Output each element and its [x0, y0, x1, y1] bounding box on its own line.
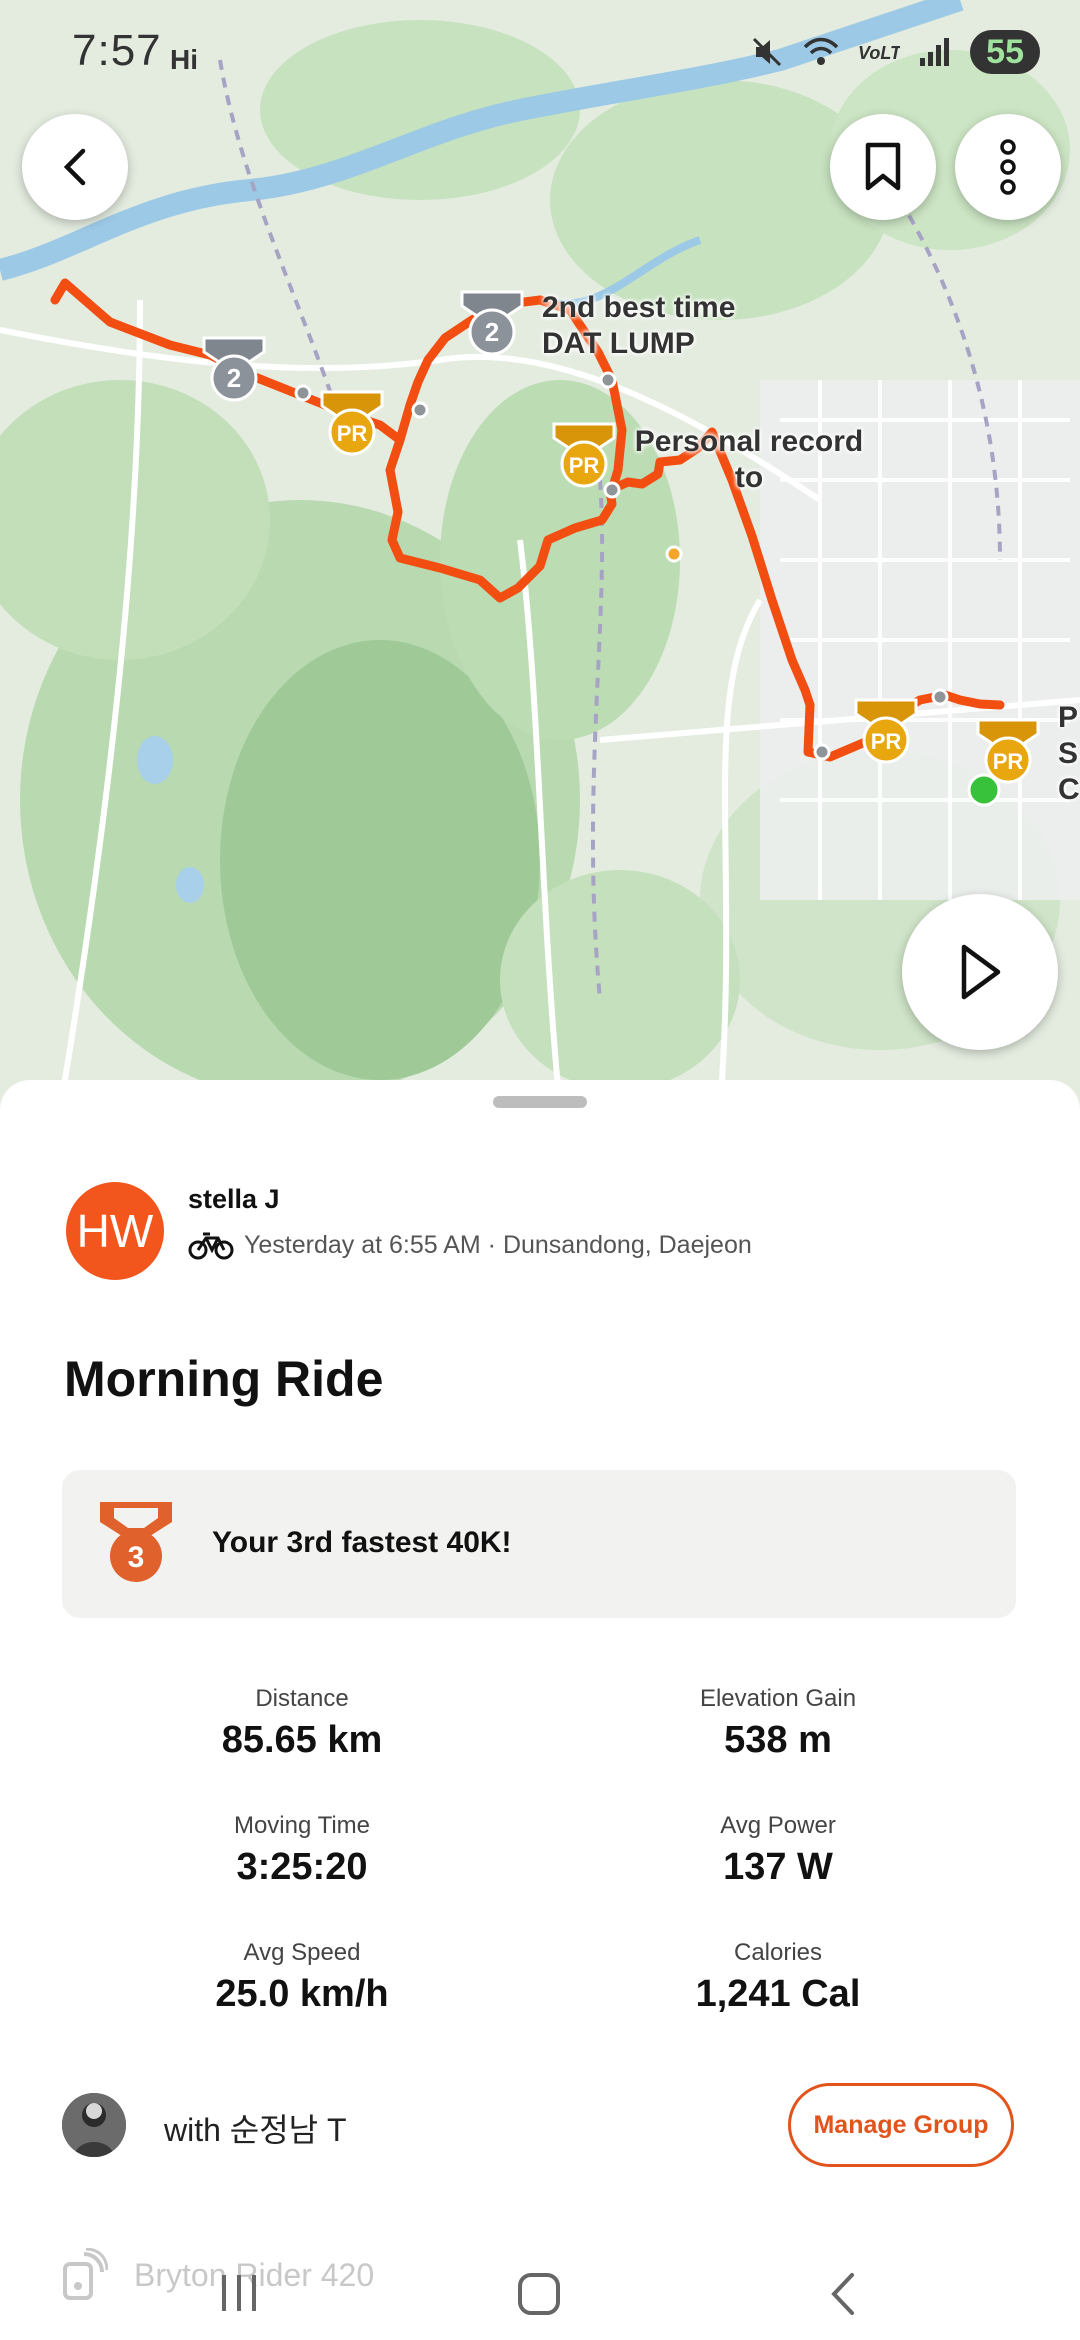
bike-icon	[188, 1232, 234, 1260]
map-label-letter: P	[1058, 701, 1079, 734]
stat-label: Avg Speed	[243, 1939, 361, 1966]
pr-medal-icon[interactable]: PR	[972, 716, 1044, 788]
group-with-text[interactable]: with 순정남 T	[164, 2105, 347, 2151]
achievement-rank: 3	[128, 1541, 145, 1574]
system-nav-bar	[0, 2235, 1080, 2340]
map-label-personal-record: Personal record to	[634, 424, 864, 496]
stat-elevation-gain: Elevation Gain 538 m	[538, 1685, 1018, 1762]
map-label-second-best: 2nd best time DAT LUMP	[542, 290, 735, 362]
route-map[interactable]: 2 2 PR PR PR PR 2nd best time DAT LUMP P…	[0, 0, 1080, 1110]
status-bar: 7:57 Hi VoLTE 55	[0, 0, 1080, 110]
stat-value: 3:25:20	[236, 1846, 368, 1888]
activity-date-location: Yesterday at 6:55 AM · Dunsandong, Daeje…	[244, 1230, 752, 1259]
play-icon	[961, 944, 1001, 1000]
pr-medal-icon[interactable]: PR	[548, 420, 620, 492]
battery-level: 55	[986, 32, 1024, 71]
stat-label: Calories	[733, 1939, 823, 1966]
map-label-edge: P S C	[1058, 700, 1080, 808]
stat-value: 1,241 Cal	[695, 1973, 861, 2015]
status-time: 7:57	[72, 26, 162, 75]
more-options-button[interactable]	[955, 114, 1061, 220]
cyclist-photo	[62, 2093, 126, 2157]
bookmark-icon	[865, 142, 901, 191]
status-icons: VoLTE 55	[750, 30, 1040, 74]
drag-handle[interactable]	[493, 1096, 587, 1108]
stat-avg-speed: Avg Speed 25.0 km/h	[62, 1939, 542, 2016]
map-label-line: 2nd best time	[542, 291, 736, 324]
achievement-banner[interactable]: 3 Your 3rd fastest 40K!	[62, 1470, 1016, 1618]
system-back-icon[interactable]	[826, 2271, 858, 2317]
silver-medal-icon[interactable]: 2	[198, 334, 270, 406]
recent-apps-icon[interactable]	[218, 2273, 260, 2313]
stat-value: 85.65 km	[221, 1719, 383, 1761]
athlete-name[interactable]: stella J	[188, 1184, 280, 1215]
map-label-line: Personal record	[634, 425, 864, 458]
medal-pr-label: PR	[569, 453, 600, 478]
activity-meta: Yesterday at 6:55 AM · Dunsandong, Daeje…	[188, 1230, 752, 1260]
stat-label: Moving Time	[233, 1812, 371, 1839]
bookmark-button[interactable]	[830, 114, 936, 220]
achievement-text: Your 3rd fastest 40K!	[212, 1526, 512, 1559]
home-icon[interactable]	[516, 2271, 562, 2317]
back-icon	[63, 148, 86, 186]
stat-value: 538 m	[724, 1719, 832, 1761]
stat-avg-power: Avg Power 137 W	[538, 1812, 1018, 1889]
more-icon	[1000, 139, 1016, 195]
stat-distance: Distance 85.65 km	[62, 1685, 542, 1762]
play-flyover-button[interactable]	[902, 894, 1058, 1050]
map-label-letter: S	[1058, 737, 1079, 770]
bronze-medal-icon: 3	[100, 1502, 172, 1582]
silver-medal-icon[interactable]: 2	[456, 288, 528, 360]
athlete-avatar[interactable]: HW	[66, 1182, 164, 1280]
stat-calories: Calories 1,241 Cal	[538, 1939, 1018, 2016]
back-button[interactable]	[22, 114, 128, 220]
medal-pr-label: PR	[871, 729, 902, 754]
group-member-avatar[interactable]	[62, 2093, 126, 2157]
activity-title: Morning Ride	[64, 1351, 384, 1407]
stat-moving-time: Moving Time 3:25:20	[62, 1812, 542, 1889]
medal-pr-label: PR	[337, 421, 368, 446]
avatar-initials: HW	[76, 1205, 154, 1257]
stat-label: Distance	[255, 1685, 349, 1712]
medal-rank-label: 2	[485, 317, 499, 347]
svg-text:VoLTE: VoLTE	[858, 43, 900, 63]
wifi-icon	[803, 37, 839, 65]
stat-value: 25.0 km/h	[215, 1973, 389, 2015]
stat-label: Avg Power	[720, 1812, 836, 1839]
pr-medal-icon[interactable]: PR	[850, 696, 922, 768]
carrier-tag: Hi	[170, 44, 198, 75]
medal-rank-label: 2	[227, 363, 241, 393]
map-label-line: to	[734, 461, 764, 494]
map-label-letter: C	[1058, 773, 1080, 806]
map-label-segment: DAT LUMP	[542, 327, 695, 360]
stat-label: Elevation Gain	[699, 1685, 857, 1712]
pr-medal-icon[interactable]: PR	[316, 388, 388, 460]
stat-value: 137 W	[723, 1846, 833, 1888]
battery-icon: 55	[970, 30, 1040, 74]
medal-pr-label: PR	[993, 749, 1024, 774]
mute-icon	[753, 37, 782, 67]
manage-group-button[interactable]: Manage Group	[788, 2083, 1014, 2167]
signal-icon	[920, 38, 950, 66]
volte-icon: VoLTE	[858, 43, 900, 63]
